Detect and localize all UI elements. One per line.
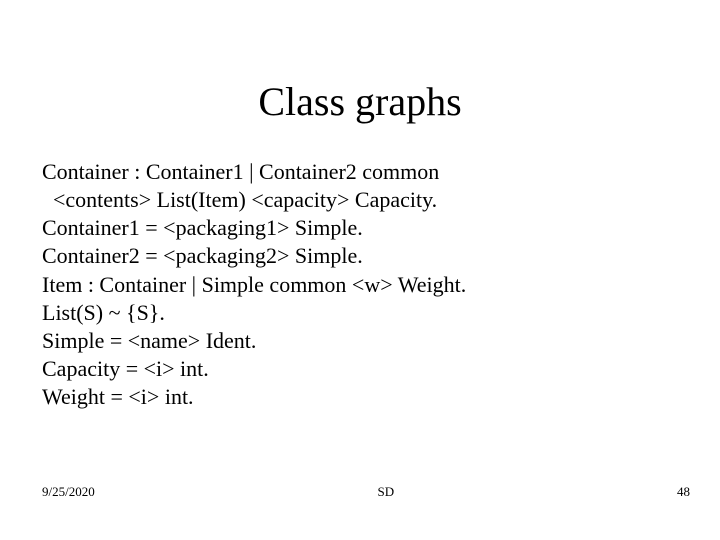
body-line: Weight = <i> int.	[42, 384, 194, 409]
body-line: Container2 = <packaging2> Simple.	[42, 243, 363, 268]
body-line: Simple = <name> Ident.	[42, 328, 256, 353]
body-line: Item : Container | Simple common <w> Wei…	[42, 272, 466, 297]
slide-title: Class graphs	[0, 78, 720, 125]
body-line: List(S) ~ {S}.	[42, 300, 165, 325]
slide-body: Container : Container1 | Container2 comm…	[42, 158, 678, 411]
footer-center-label: SD	[95, 484, 677, 500]
body-line: Container1 = <packaging1> Simple.	[42, 215, 363, 240]
body-line: <contents> List(Item) <capacity> Capacit…	[42, 187, 437, 212]
footer-page-number: 48	[677, 484, 690, 500]
slide-footer: 9/25/2020 SD 48	[42, 482, 690, 502]
slide: Class graphs Container : Container1 | Co…	[0, 0, 720, 540]
body-line: Container : Container1 | Container2 comm…	[42, 159, 439, 184]
body-line: Capacity = <i> int.	[42, 356, 209, 381]
footer-date: 9/25/2020	[42, 484, 95, 500]
